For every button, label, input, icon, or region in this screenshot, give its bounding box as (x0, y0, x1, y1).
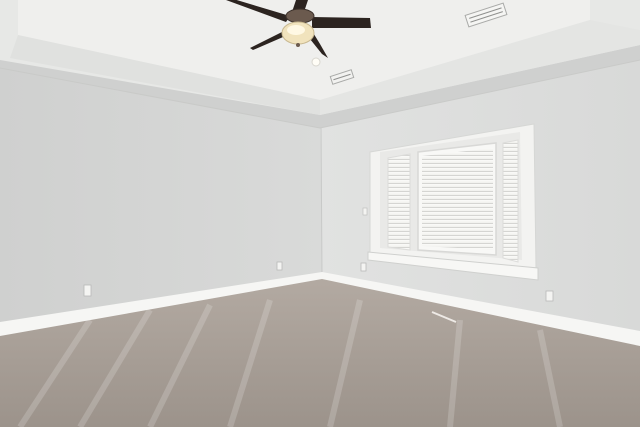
outlet-right (545, 290, 554, 302)
fan-finial (296, 43, 300, 47)
fan-blade-right (312, 17, 371, 28)
window-pane-right (502, 139, 519, 263)
outlet-left (83, 284, 92, 297)
outlet-window (360, 262, 367, 272)
room-photo (0, 0, 640, 427)
window-pane-left (387, 153, 411, 251)
wall-jack (362, 207, 368, 216)
fan-light-glow (287, 25, 305, 35)
window-blinds-center (422, 148, 493, 250)
recessed-light (311, 57, 321, 67)
outlet-center (276, 261, 283, 271)
fan-motor-housing (285, 8, 315, 24)
